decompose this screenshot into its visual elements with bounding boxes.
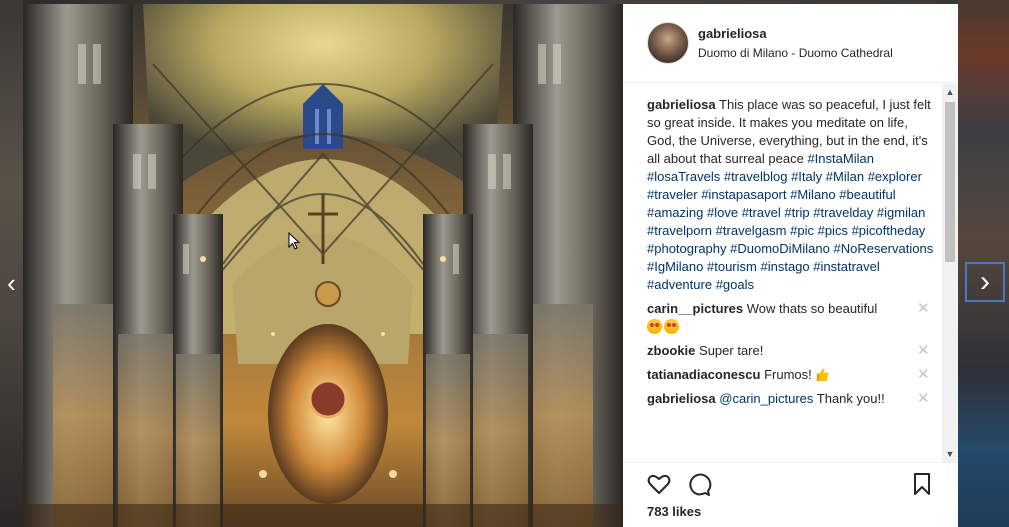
post-header: gabrieliosa Duomo di Milano - Duomo Cath…: [623, 4, 958, 83]
comment: tatianadiaconescu Frumos! ✕: [647, 366, 937, 384]
hashtag[interactable]: #Milan: [826, 169, 864, 184]
header-username[interactable]: gabrieliosa: [698, 26, 767, 41]
comments-list[interactable]: gabrieliosa This place was so peaceful, …: [647, 96, 937, 462]
heart-eyes-emoji: [664, 319, 679, 334]
caption-username[interactable]: gabrieliosa: [647, 97, 716, 112]
hashtag[interactable]: #losaTravels: [647, 169, 720, 184]
heart-icon[interactable]: [646, 471, 672, 497]
thumbs-up-emoji: [817, 368, 829, 382]
comment-text: Super tare!: [699, 343, 764, 358]
hashtag[interactable]: #travelblog: [724, 169, 788, 184]
hashtag[interactable]: #explorer: [868, 169, 922, 184]
hashtag[interactable]: #tourism: [707, 259, 757, 274]
hashtag[interactable]: #love: [707, 205, 738, 220]
hashtag[interactable]: #pic: [790, 223, 814, 238]
hashtag[interactable]: #igmilan: [877, 205, 925, 220]
hashtag[interactable]: #instapasaport: [701, 187, 786, 202]
hashtag[interactable]: #InstaMilan: [807, 151, 873, 166]
hashtag[interactable]: #travelday: [813, 205, 873, 220]
hashtag[interactable]: #picoftheday: [852, 223, 926, 238]
hashtag[interactable]: #photography: [647, 241, 727, 256]
comment-text: Thank you!!: [816, 391, 885, 406]
hashtag[interactable]: #amazing: [647, 205, 703, 220]
post-actions: [623, 462, 958, 503]
hashtag[interactable]: #adventure: [647, 277, 712, 292]
post-caption: gabrieliosa This place was so peaceful, …: [647, 96, 937, 294]
chevron-right-icon[interactable]: ›: [965, 262, 1005, 302]
comment-username[interactable]: carin__pictures: [647, 301, 743, 316]
hashtag[interactable]: #NoReservations: [833, 241, 933, 256]
hashtag[interactable]: #beautiful: [839, 187, 895, 202]
chevron-left-icon[interactable]: ‹: [0, 268, 23, 298]
mouse-cursor-icon: [288, 232, 300, 250]
hashtag[interactable]: #Italy: [791, 169, 822, 184]
hashtag[interactable]: #travel: [742, 205, 781, 220]
comment-text: Wow thats so beautiful: [746, 301, 878, 316]
comment: gabrieliosa @carin_pictures Thank you!! …: [647, 390, 937, 408]
header-location[interactable]: Duomo di Milano - Duomo Cathedral: [698, 46, 893, 60]
close-icon[interactable]: ✕: [917, 342, 930, 360]
comment-mention[interactable]: @carin_pictures: [719, 391, 813, 406]
comment-bubble-icon[interactable]: [686, 471, 712, 497]
post-photo: [23, 4, 623, 527]
hashtag[interactable]: #instago: [760, 259, 809, 274]
hashtag[interactable]: #IgMilano: [647, 259, 703, 274]
hashtag[interactable]: #instatravel: [813, 259, 879, 274]
scroll-down-arrow-icon[interactable]: ▼: [942, 446, 958, 462]
hashtag[interactable]: #DuomoDiMilano: [730, 241, 830, 256]
close-icon[interactable]: ✕: [917, 366, 930, 384]
heart-eyes-emoji: [647, 319, 662, 334]
comment-username[interactable]: gabrieliosa: [647, 391, 716, 406]
comment-username[interactable]: tatianadiaconescu: [647, 367, 760, 382]
avatar[interactable]: [647, 22, 689, 64]
hashtag[interactable]: #traveler: [647, 187, 698, 202]
scrollbar-thumb[interactable]: [945, 102, 955, 262]
comment: zbookie Super tare! ✕: [647, 342, 937, 360]
comment: carin__pictures Wow thats so beautiful ✕: [647, 300, 937, 336]
comment-username[interactable]: zbookie: [647, 343, 695, 358]
comment-text: Frumos!: [764, 367, 812, 382]
close-icon[interactable]: ✕: [917, 300, 930, 318]
bookmark-icon[interactable]: [909, 471, 935, 497]
hashtag[interactable]: #trip: [784, 205, 809, 220]
caption-hashtags: #InstaMilan #losaTravels #travelblog #It…: [647, 151, 933, 292]
hashtag[interactable]: #travelgasm: [716, 223, 787, 238]
likes-count[interactable]: 783 likes: [647, 504, 701, 519]
backdrop-left-strip: [0, 0, 23, 527]
post-side-panel: gabrieliosa Duomo di Milano - Duomo Cath…: [623, 4, 958, 527]
comments-scrollbar[interactable]: ▲ ▼: [942, 84, 958, 462]
hashtag[interactable]: #travelporn: [647, 223, 712, 238]
close-icon[interactable]: ✕: [917, 390, 930, 408]
hashtag[interactable]: #goals: [716, 277, 754, 292]
hashtag[interactable]: #Milano: [790, 187, 836, 202]
scroll-up-arrow-icon[interactable]: ▲: [942, 84, 958, 100]
hashtag[interactable]: #pics: [818, 223, 848, 238]
